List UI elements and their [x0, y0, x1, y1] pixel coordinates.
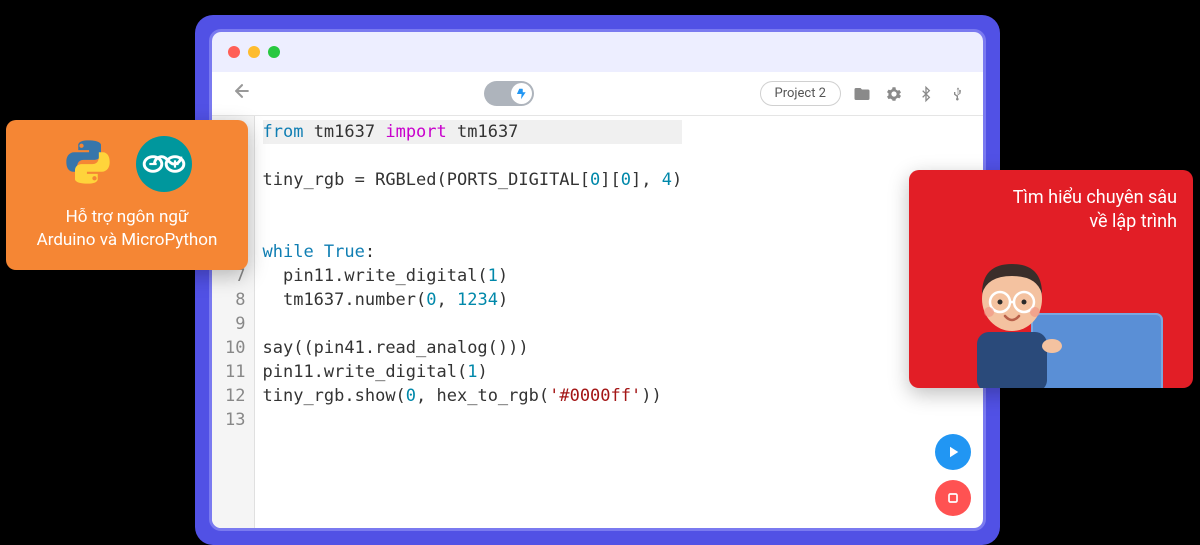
code-line[interactable]: while True:: [263, 240, 683, 264]
app-window: Project 2 12345▾ 678910111213 from tm163…: [195, 15, 1000, 545]
line-number: 12: [222, 384, 246, 408]
close-window-button[interactable]: [228, 46, 240, 58]
folder-icon[interactable]: [851, 83, 873, 105]
code-area[interactable]: from tm1637 import tm1637 tiny_rgb = RGBL…: [255, 116, 691, 528]
code-line[interactable]: tiny_rgb = RGBLed(PORTS_DIGITAL[0][0], 4…: [263, 168, 683, 192]
code-line[interactable]: [263, 312, 683, 336]
arduino-icon: [136, 136, 192, 192]
code-line[interactable]: from tm1637 import tm1637: [263, 120, 683, 144]
code-line[interactable]: [263, 408, 683, 432]
code-line[interactable]: [263, 144, 683, 168]
code-line[interactable]: [263, 192, 683, 216]
stop-button[interactable]: [935, 480, 971, 516]
code-line[interactable]: [263, 216, 683, 240]
titlebar: [212, 32, 983, 72]
app-window-inner: Project 2 12345▾ 678910111213 from tm163…: [209, 29, 986, 531]
minimize-window-button[interactable]: [248, 46, 260, 58]
callout-right-line2: về lập trình: [1089, 211, 1177, 232]
maximize-window-button[interactable]: [268, 46, 280, 58]
line-number: 11: [222, 360, 246, 384]
callout-learn: Tìm hiểu chuyên sâu về lập trình: [909, 170, 1193, 388]
toolbar: Project 2: [212, 72, 983, 116]
callout-left-text: Hỗ trợ ngôn ngữ Arduino và MicroPython: [20, 206, 234, 252]
language-icons: [20, 136, 234, 192]
callout-left-line1: Hỗ trợ ngôn ngữ: [66, 207, 189, 227]
callout-right-line1: Tìm hiểu chuyên sâu: [1013, 187, 1177, 208]
back-button[interactable]: [226, 81, 258, 106]
line-number: 10: [222, 336, 246, 360]
person-illustration: [927, 254, 1177, 388]
toggle-knob: [511, 83, 532, 104]
code-line[interactable]: pin11.write_digital(1): [263, 360, 683, 384]
line-number: 9: [222, 312, 246, 336]
run-button[interactable]: [935, 434, 971, 470]
code-line[interactable]: say((pin41.read_analog())): [263, 336, 683, 360]
gear-icon[interactable]: [883, 83, 905, 105]
callout-right-text: Tìm hiểu chuyên sâu về lập trình: [925, 186, 1177, 235]
line-number: 8: [222, 288, 246, 312]
python-icon: [62, 136, 114, 188]
project-selector[interactable]: Project 2: [760, 81, 842, 106]
code-line[interactable]: tm1637.number(0, 1234): [263, 288, 683, 312]
callout-left-line2: Arduino và MicroPython: [37, 230, 218, 250]
line-number: 13: [222, 408, 246, 432]
code-line[interactable]: tiny_rgb.show(0, hex_to_rgb('#0000ff')): [263, 384, 683, 408]
bluetooth-icon[interactable]: [915, 83, 937, 105]
mode-toggle[interactable]: [484, 81, 534, 106]
callout-languages: Hỗ trợ ngôn ngữ Arduino và MicroPython: [6, 120, 248, 270]
usb-icon[interactable]: [947, 83, 969, 105]
code-editor[interactable]: 12345▾ 678910111213 from tm1637 import t…: [212, 116, 983, 528]
fab-group: [935, 434, 971, 516]
code-line[interactable]: pin11.write_digital(1): [263, 264, 683, 288]
